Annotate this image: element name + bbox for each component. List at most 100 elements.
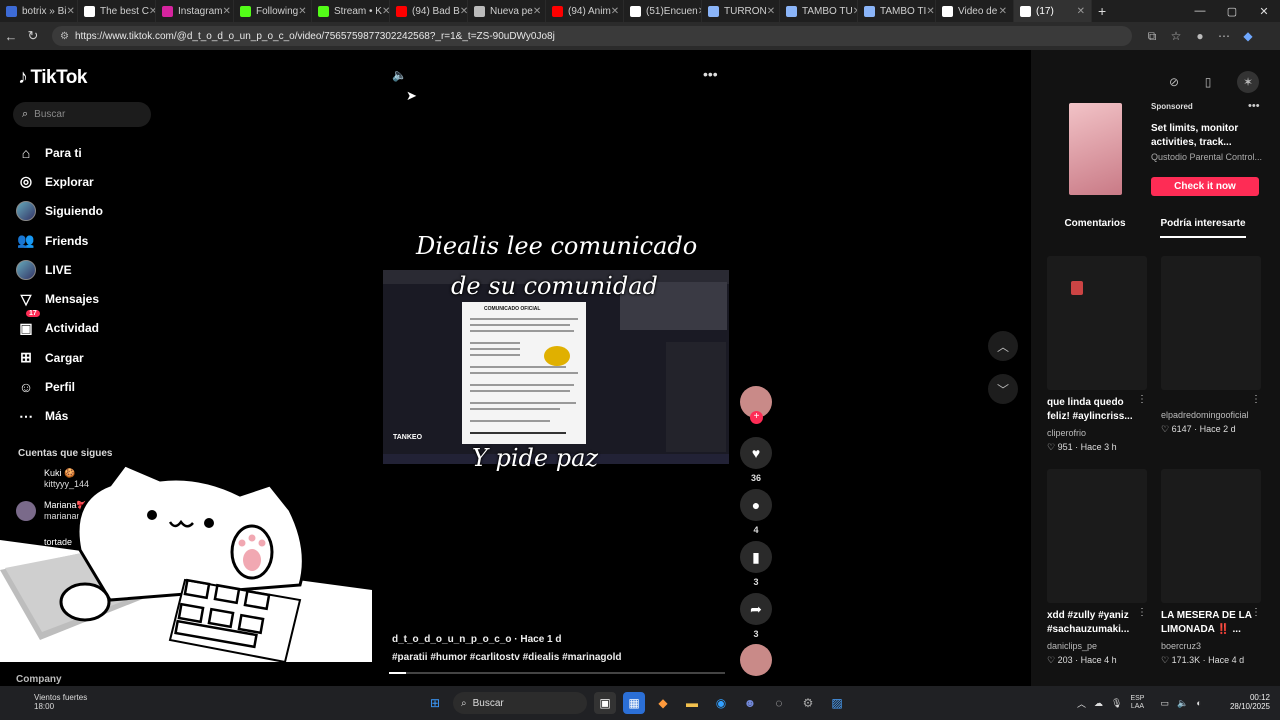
new-tab-button[interactable]: +	[1098, 3, 1106, 19]
maximize-button[interactable]: ▢	[1216, 5, 1248, 18]
browser-tab[interactable]: TAMBO TI ✕	[858, 0, 936, 22]
suggested-video-thumb[interactable]	[1161, 256, 1261, 390]
sidebar-item-perfil[interactable]: ☺ Perfil	[16, 372, 103, 401]
network-icon[interactable]: ▭	[1160, 698, 1169, 709]
close-icon[interactable]: ✕	[767, 6, 775, 17]
close-icon[interactable]: ✕	[926, 6, 934, 17]
suggested-video-user[interactable]: boercruz3	[1161, 641, 1201, 651]
url-field[interactable]: ⚙ https://www.tiktok.com/@d_t_o_d_o_un_p…	[52, 26, 1132, 46]
video-progress-bar[interactable]	[389, 672, 725, 674]
music-disc-button[interactable]	[739, 644, 773, 676]
more-icon[interactable]: ⋮	[1137, 394, 1147, 405]
copilot-icon[interactable]: ◆	[1236, 29, 1260, 44]
task-view-icon[interactable]: ▣	[594, 692, 616, 714]
next-video-button[interactable]: ﹀	[988, 374, 1018, 404]
more-icon[interactable]: ⋮	[1251, 607, 1261, 618]
browser-tab[interactable]: Nueva pe ✕	[468, 0, 546, 22]
sidebar-item-cargar[interactable]: ⊞ Cargar	[16, 343, 103, 372]
suggested-video-thumb[interactable]	[1047, 256, 1147, 390]
reload-icon[interactable]: ↻	[22, 28, 44, 44]
language-indicator[interactable]: ESP LAA	[1130, 695, 1152, 711]
cloud-icon[interactable]: ☁	[1094, 698, 1103, 709]
battery-icon[interactable]: ◐	[1196, 698, 1201, 708]
minimize-button[interactable]: —	[1184, 5, 1216, 18]
chevron-up-icon[interactable]: ︿	[1077, 697, 1086, 710]
weather-widget[interactable]: Vientos fuertes 18:00	[12, 693, 87, 711]
more-icon[interactable]: ⋮	[1251, 394, 1261, 405]
device-icon[interactable]: ▯	[1205, 75, 1212, 89]
copilot-icon[interactable]: ◆	[652, 692, 674, 714]
comment-button[interactable]: ● 4	[739, 489, 773, 535]
close-icon[interactable]: ✕	[533, 6, 541, 17]
sidebar-item-parati[interactable]: ⌂ Para ti	[16, 138, 103, 167]
sidebar-item-siguiendo[interactable]: Siguiendo	[16, 197, 103, 226]
author-avatar-button[interactable]: +	[739, 386, 773, 424]
sidebar-item-live[interactable]: LIVE	[16, 255, 103, 284]
suggested-video-thumb[interactable]	[1161, 469, 1261, 603]
site-info-icon[interactable]: ⚙	[60, 31, 69, 42]
close-icon[interactable]: ✕	[460, 6, 467, 17]
suggested-video-title[interactable]: LA MESERA DE LA LIMONADA ‼️ ...	[1161, 609, 1261, 637]
edge-icon[interactable]: ◉	[710, 692, 732, 714]
browser-tab[interactable]: (94) Anim ✕	[546, 0, 624, 22]
sidebar-item-friends[interactable]: 👥 Friends	[16, 226, 103, 255]
suggested-video-thumb[interactable]	[1047, 469, 1147, 603]
settings-icon[interactable]: ⚙	[797, 692, 819, 714]
sidebar-item-actividad[interactable]: ▣ 17 Actividad	[16, 310, 103, 343]
taskbar-search[interactable]: ⌕ Buscar	[453, 692, 587, 714]
close-icon[interactable]: ✕	[149, 6, 155, 17]
save-button[interactable]: ▮ 3	[739, 541, 773, 587]
close-icon[interactable]: ✕	[298, 6, 306, 17]
suggested-video-title[interactable]: que linda quedo feliz! #aylincriss...	[1047, 396, 1147, 424]
app-icon[interactable]: ▨	[826, 692, 848, 714]
close-icon[interactable]: ✕	[999, 6, 1007, 17]
browser-tab[interactable]: (94) Bad B ✕	[390, 0, 468, 22]
tab-comments[interactable]: Comentarios	[1064, 218, 1125, 238]
profile-icon[interactable]: ●	[1188, 29, 1212, 44]
browser-tab[interactable]: Following ✕	[234, 0, 312, 22]
share-button[interactable]: ➦ 3	[739, 593, 773, 639]
discord-icon[interactable]: ☻	[739, 692, 761, 714]
more-options-icon[interactable]: •••	[703, 66, 718, 82]
suggested-video-user[interactable]: daniclips_pe	[1047, 641, 1097, 651]
coins-icon[interactable]: ⊘	[1169, 75, 1179, 89]
ad-thumbnail[interactable]	[1069, 103, 1122, 195]
suggested-video-user[interactable]: cliperofrio	[1047, 428, 1086, 438]
favorites-icon[interactable]: ☆	[1164, 29, 1188, 44]
store-icon[interactable]: ▦	[623, 692, 645, 714]
browser-tab[interactable]: Stream • K ✕	[312, 0, 390, 22]
ad-title[interactable]: Set limits, monitor activities, track...	[1151, 122, 1251, 150]
browser-tab[interactable]: (17) ✕	[1014, 0, 1092, 22]
browser-tab[interactable]: TURRON ✕	[702, 0, 780, 22]
suggested-video-user[interactable]: elpadredomingooficial	[1161, 410, 1249, 420]
more-icon[interactable]: ⋮	[1137, 607, 1147, 618]
browser-tab[interactable]: botrix » Bi ✕	[0, 0, 78, 22]
tiktok-logo[interactable]: ♪ TikTok	[18, 66, 87, 89]
app-icon[interactable]: ◌	[768, 692, 790, 714]
previous-video-button[interactable]: ︿	[988, 331, 1018, 361]
browser-tab[interactable]: (51)Encuen✕	[624, 0, 702, 22]
like-button[interactable]: ♥ 36	[739, 437, 773, 483]
suggested-video-title[interactable]: xdd #zully #yaniz #sachauzumaki...	[1047, 609, 1147, 637]
sidebar-item-ms[interactable]: ⋯ Más	[16, 402, 103, 431]
back-icon[interactable]: ←	[0, 29, 22, 44]
close-icon[interactable]: ✕	[222, 6, 230, 17]
windows-start-icon[interactable]: ⊞	[424, 692, 446, 714]
video-author[interactable]: d_t_o_d_o_u_n_p_o_c_o · Hace 1 d	[392, 634, 562, 645]
ad-more-icon[interactable]: •••	[1248, 100, 1260, 112]
browser-tab[interactable]: Instagram ✕	[156, 0, 234, 22]
clock[interactable]: 00:12 28/10/2025	[1222, 693, 1270, 711]
tab-interest[interactable]: Podría interesarte	[1160, 218, 1246, 238]
close-window-button[interactable]: ✕	[1248, 5, 1280, 18]
search-input[interactable]: ⌕ Buscar	[13, 102, 151, 127]
browser-tab[interactable]: Video de ✕	[936, 0, 1014, 22]
browser-tab[interactable]: TAMBO TU✕	[780, 0, 858, 22]
footer-company[interactable]: Company	[16, 674, 62, 685]
ad-cta-button[interactable]: Check it now	[1151, 177, 1259, 196]
close-icon[interactable]: ✕	[382, 6, 389, 17]
extensions-icon[interactable]: ⧉	[1140, 29, 1164, 44]
microphone-icon[interactable]: 🎙	[1111, 698, 1122, 709]
close-icon[interactable]: ✕	[1077, 6, 1085, 17]
sidebar-item-explorar[interactable]: ◎ Explorar	[16, 167, 103, 196]
follow-plus-icon[interactable]: +	[750, 411, 763, 424]
